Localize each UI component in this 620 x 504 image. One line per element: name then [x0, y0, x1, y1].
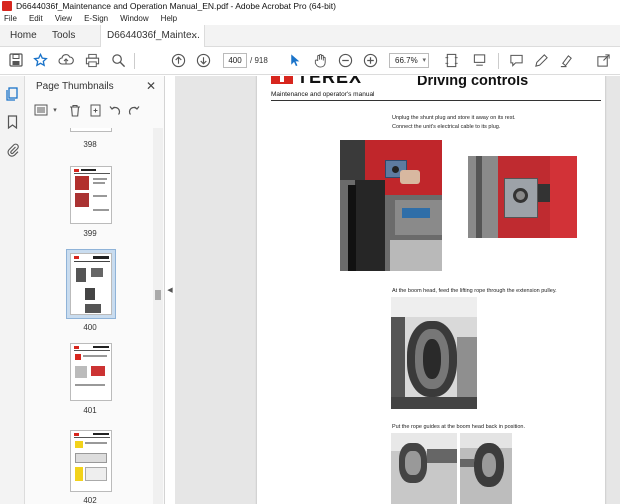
page-number-input[interactable]: 400 — [223, 53, 247, 68]
page-subtitle: Maintenance and operator's manual — [271, 91, 375, 98]
menu-bar: File Edit View E-Sign Window Help — [0, 12, 620, 25]
chevron-down-icon[interactable]: ▾ — [48, 104, 62, 118]
tab-close-icon[interactable]: × — [191, 25, 197, 47]
rotate-left-icon[interactable] — [108, 104, 122, 118]
main-toolbar: 400 / 918 66.7% ▾ — [0, 47, 620, 75]
thumbnail-label: 400 — [83, 323, 97, 332]
chevron-down-icon: ▾ — [422, 57, 426, 64]
page-thumbnail-400[interactable] — [70, 253, 112, 315]
highlight-icon[interactable] — [558, 53, 574, 69]
acrobat-app-icon — [2, 1, 12, 11]
bookmark-star-icon[interactable] — [32, 52, 48, 69]
panel-title: Page Thumbnails — [36, 81, 114, 92]
rotate-right-icon[interactable] — [126, 104, 140, 118]
page-thumbnails-panel: Page Thumbnails ✕ ▾ 398 399 400 401 402 — [25, 76, 165, 504]
attachment-icon[interactable] — [6, 143, 19, 157]
comment-icon[interactable] — [508, 53, 524, 69]
terex-logo-icon — [271, 76, 293, 84]
photo-rope-guides-right — [460, 433, 512, 504]
left-rail — [0, 76, 25, 504]
page-thumbnail-399[interactable] — [70, 166, 112, 224]
hand-icon[interactable] — [312, 53, 328, 69]
photo-connector-box — [468, 156, 577, 238]
document-viewer[interactable]: TEREX Driving controls Maintenance and o… — [175, 76, 620, 504]
insert-page-icon[interactable] — [88, 104, 102, 118]
thumbnail-label: 399 — [83, 229, 97, 238]
tab-tools[interactable]: Tools — [52, 25, 75, 47]
photo-rope-guides-left — [391, 433, 457, 504]
pdf-page: TEREX Driving controls Maintenance and o… — [257, 76, 605, 504]
zoom-in-icon[interactable] — [362, 53, 378, 69]
bookmark-icon[interactable] — [6, 115, 19, 130]
thumbnail-label: 402 — [83, 496, 97, 504]
print-icon[interactable] — [84, 53, 100, 69]
menu-esign[interactable]: E-Sign — [84, 12, 108, 25]
zoom-level-value: 66.7% — [395, 56, 418, 65]
menu-edit[interactable]: Edit — [29, 12, 43, 25]
thumbnails-list: 398 399 400 401 402 — [25, 128, 153, 504]
page-thumbnails-icon[interactable] — [6, 87, 19, 101]
header-divider — [271, 100, 601, 101]
page-thumbnail-402[interactable] — [70, 430, 112, 492]
close-icon[interactable]: ✕ — [146, 79, 156, 93]
step1-line1: Unplug the shunt plug and store it away … — [392, 115, 516, 121]
page-total: / 918 — [250, 56, 268, 65]
page-thumbnail-401[interactable] — [70, 343, 112, 401]
photo-boom-head-pulley — [391, 297, 477, 409]
search-zoom-icon[interactable] — [110, 53, 126, 69]
photo-electrical-connection — [340, 140, 442, 271]
page-thumbnail-398[interactable] — [70, 128, 112, 132]
thumbnails-scrollbar[interactable] — [153, 128, 163, 504]
menu-help[interactable]: Help — [161, 12, 177, 25]
step3-text: Put the rope guides at the boom head bac… — [392, 424, 526, 430]
scroll-mode-icon[interactable] — [472, 53, 488, 69]
options-menu-icon[interactable] — [34, 104, 48, 118]
window-title: D6644036f_Maintenance and Operation Manu… — [16, 1, 336, 11]
zoom-level-select[interactable]: 66.7% ▾ — [389, 53, 429, 68]
page-heading: Driving controls — [417, 76, 529, 89]
collapse-panel-icon[interactable]: ◀ — [166, 286, 174, 296]
select-cursor-icon[interactable] — [287, 53, 303, 69]
scrollbar-thumb[interactable] — [155, 290, 161, 300]
logo-text: TEREX — [297, 76, 363, 87]
tab-home[interactable]: Home — [10, 25, 37, 47]
thumbnail-label: 398 — [83, 140, 97, 149]
zoom-out-icon[interactable] — [337, 53, 353, 69]
delete-icon[interactable] — [68, 104, 82, 118]
window-titlebar: D6644036f_Maintenance and Operation Manu… — [0, 0, 620, 12]
tab-bar: Home Tools D6644036f_Mainte... × — [0, 25, 620, 47]
share-icon[interactable] — [595, 53, 611, 69]
tab-document[interactable]: D6644036f_Mainte... — [100, 25, 205, 47]
menu-view[interactable]: View — [55, 12, 72, 25]
page-down-icon[interactable] — [195, 53, 211, 69]
fit-page-icon[interactable] — [444, 53, 460, 69]
thumbnail-label: 401 — [83, 406, 97, 415]
step1-line2: Connect the unit's electrical cable to i… — [392, 124, 501, 130]
page-up-icon[interactable] — [170, 53, 186, 69]
cloud-upload-icon[interactable] — [58, 53, 74, 69]
save-icon[interactable] — [8, 53, 24, 69]
step2-text: At the boom head, feed the lifting rope … — [392, 288, 557, 294]
menu-window[interactable]: Window — [120, 12, 148, 25]
draw-icon[interactable] — [533, 53, 549, 69]
menu-file[interactable]: File — [4, 12, 17, 25]
